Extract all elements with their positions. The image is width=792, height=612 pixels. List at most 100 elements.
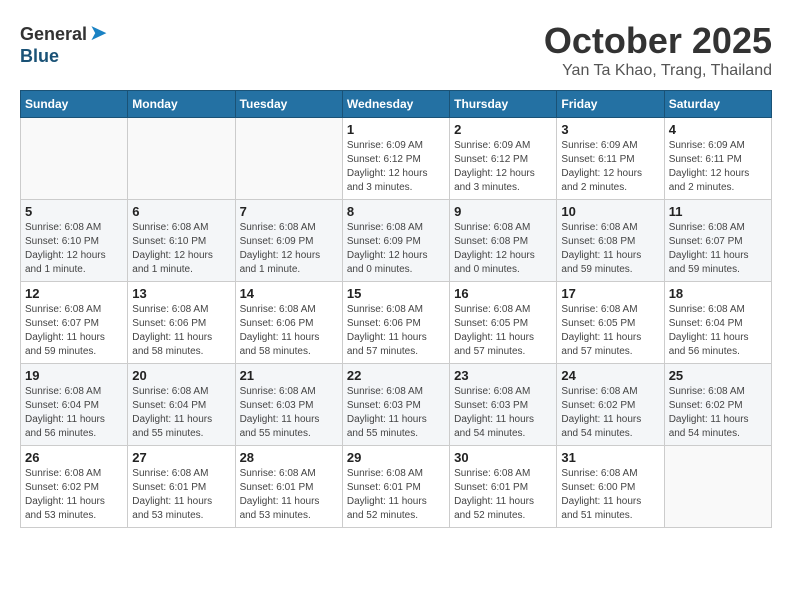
calendar-cell: 27 Sunrise: 6:08 AM Sunset: 6:01 PM Dayli… (128, 446, 235, 528)
day-number: 25 (669, 368, 767, 383)
calendar-week-row: 26 Sunrise: 6:08 AM Sunset: 6:02 PM Dayli… (21, 446, 772, 528)
day-info: Sunrise: 6:08 AM Sunset: 6:01 PM Dayligh… (132, 467, 230, 523)
weekday-header-monday: Monday (128, 91, 235, 118)
day-number: 24 (561, 368, 659, 383)
weekday-header-tuesday: Tuesday (235, 91, 342, 118)
day-info: Sunrise: 6:08 AM Sunset: 6:10 PM Dayligh… (25, 221, 123, 277)
day-info: Sunrise: 6:08 AM Sunset: 6:06 PM Dayligh… (132, 303, 230, 359)
day-number: 15 (347, 286, 445, 301)
calendar-table: SundayMondayTuesdayWednesdayThursdayFrid… (20, 90, 772, 528)
day-info: Sunrise: 6:08 AM Sunset: 6:04 PM Dayligh… (132, 385, 230, 441)
day-number: 30 (454, 450, 552, 465)
day-number: 11 (669, 204, 767, 219)
day-info: Sunrise: 6:08 AM Sunset: 6:06 PM Dayligh… (240, 303, 338, 359)
day-info: Sunrise: 6:08 AM Sunset: 6:03 PM Dayligh… (347, 385, 445, 441)
day-number: 20 (132, 368, 230, 383)
day-number: 29 (347, 450, 445, 465)
calendar-week-row: 12 Sunrise: 6:08 AM Sunset: 6:07 PM Dayli… (21, 282, 772, 364)
calendar-cell: 7 Sunrise: 6:08 AM Sunset: 6:09 PM Daylig… (235, 200, 342, 282)
day-info: Sunrise: 6:08 AM Sunset: 6:06 PM Dayligh… (347, 303, 445, 359)
calendar-cell: 11 Sunrise: 6:08 AM Sunset: 6:07 PM Dayli… (664, 200, 771, 282)
calendar-cell: 15 Sunrise: 6:08 AM Sunset: 6:06 PM Dayli… (342, 282, 449, 364)
calendar-cell: 30 Sunrise: 6:08 AM Sunset: 6:01 PM Dayli… (450, 446, 557, 528)
day-info: Sunrise: 6:08 AM Sunset: 6:08 PM Dayligh… (561, 221, 659, 277)
day-info: Sunrise: 6:08 AM Sunset: 6:01 PM Dayligh… (347, 467, 445, 523)
logo: General➤ Blue (20, 20, 107, 67)
day-number: 28 (240, 450, 338, 465)
day-info: Sunrise: 6:08 AM Sunset: 6:01 PM Dayligh… (240, 467, 338, 523)
day-info: Sunrise: 6:09 AM Sunset: 6:11 PM Dayligh… (561, 139, 659, 195)
day-number: 2 (454, 122, 552, 137)
day-info: Sunrise: 6:08 AM Sunset: 6:01 PM Dayligh… (454, 467, 552, 523)
day-number: 13 (132, 286, 230, 301)
calendar-cell: 17Sunrise: 6:08 AM Sunset: 6:05 PM Dayli… (557, 282, 664, 364)
day-number: 7 (240, 204, 338, 219)
weekday-header-friday: Friday (557, 91, 664, 118)
weekday-header-saturday: Saturday (664, 91, 771, 118)
day-number: 8 (347, 204, 445, 219)
day-number: 17 (561, 286, 659, 301)
calendar-cell: 1 Sunrise: 6:09 AM Sunset: 6:12 PM Daylig… (342, 118, 449, 200)
day-number: 26 (25, 450, 123, 465)
day-number: 14 (240, 286, 338, 301)
calendar-header-row: SundayMondayTuesdayWednesdayThursdayFrid… (21, 91, 772, 118)
day-number: 10 (561, 204, 659, 219)
title-section: October 2025 Yan Ta Khao, Trang, Thailan… (544, 20, 772, 80)
day-number: 19 (25, 368, 123, 383)
day-number: 12 (25, 286, 123, 301)
calendar-cell (664, 446, 771, 528)
calendar-cell: 21 Sunrise: 6:08 AM Sunset: 6:03 PM Dayli… (235, 364, 342, 446)
page-header: General➤ Blue October 2025 Yan Ta Khao, … (20, 20, 772, 80)
day-number: 16 (454, 286, 552, 301)
day-number: 27 (132, 450, 230, 465)
day-number: 31 (561, 450, 659, 465)
day-info: Sunrise: 6:08 AM Sunset: 6:02 PM Dayligh… (561, 385, 659, 441)
weekday-header-wednesday: Wednesday (342, 91, 449, 118)
logo-bird-icon: ➤ (89, 20, 107, 45)
day-number: 1 (347, 122, 445, 137)
calendar-cell: 25 Sunrise: 6:08 AM Sunset: 6:02 PM Dayli… (664, 364, 771, 446)
day-info: Sunrise: 6:08 AM Sunset: 6:04 PM Dayligh… (25, 385, 123, 441)
calendar-cell: 16 Sunrise: 6:08 AM Sunset: 6:05 PM Dayli… (450, 282, 557, 364)
day-info: Sunrise: 6:09 AM Sunset: 6:12 PM Dayligh… (347, 139, 445, 195)
calendar-cell: 19 Sunrise: 6:08 AM Sunset: 6:04 PM Dayli… (21, 364, 128, 446)
calendar-cell: 31Sunrise: 6:08 AM Sunset: 6:00 PM Dayli… (557, 446, 664, 528)
calendar-cell (128, 118, 235, 200)
day-number: 5 (25, 204, 123, 219)
day-info: Sunrise: 6:08 AM Sunset: 6:09 PM Dayligh… (347, 221, 445, 277)
day-info: Sunrise: 6:08 AM Sunset: 6:07 PM Dayligh… (669, 221, 767, 277)
calendar-cell: 28 Sunrise: 6:08 AM Sunset: 6:01 PM Dayli… (235, 446, 342, 528)
day-info: Sunrise: 6:08 AM Sunset: 6:03 PM Dayligh… (240, 385, 338, 441)
calendar-cell: 10 Sunrise: 6:08 AM Sunset: 6:08 PM Dayli… (557, 200, 664, 282)
calendar-cell: 29 Sunrise: 6:08 AM Sunset: 6:01 PM Dayli… (342, 446, 449, 528)
day-info: Sunrise: 6:09 AM Sunset: 6:12 PM Dayligh… (454, 139, 552, 195)
month-title: October 2025 (544, 20, 772, 62)
day-info: Sunrise: 6:08 AM Sunset: 6:05 PM Dayligh… (454, 303, 552, 359)
day-info: Sunrise: 6:08 AM Sunset: 6:02 PM Dayligh… (25, 467, 123, 523)
calendar-cell: 20 Sunrise: 6:08 AM Sunset: 6:04 PM Dayli… (128, 364, 235, 446)
day-number: 4 (669, 122, 767, 137)
location-title: Yan Ta Khao, Trang, Thailand (544, 62, 772, 80)
calendar-cell: 23Sunrise: 6:08 AM Sunset: 6:03 PM Dayli… (450, 364, 557, 446)
day-info: Sunrise: 6:08 AM Sunset: 6:09 PM Dayligh… (240, 221, 338, 277)
calendar-cell: 2 Sunrise: 6:09 AM Sunset: 6:12 PM Daylig… (450, 118, 557, 200)
calendar-cell: 14 Sunrise: 6:08 AM Sunset: 6:06 PM Dayli… (235, 282, 342, 364)
calendar-cell (21, 118, 128, 200)
day-number: 21 (240, 368, 338, 383)
day-number: 18 (669, 286, 767, 301)
calendar-cell: 3 Sunrise: 6:09 AM Sunset: 6:11 PM Daylig… (557, 118, 664, 200)
calendar-cell: 8 Sunrise: 6:08 AM Sunset: 6:09 PM Daylig… (342, 200, 449, 282)
day-info: Sunrise: 6:08 AM Sunset: 6:07 PM Dayligh… (25, 303, 123, 359)
calendar-cell: 26 Sunrise: 6:08 AM Sunset: 6:02 PM Dayli… (21, 446, 128, 528)
day-info: Sunrise: 6:09 AM Sunset: 6:11 PM Dayligh… (669, 139, 767, 195)
day-info: Sunrise: 6:08 AM Sunset: 6:10 PM Dayligh… (132, 221, 230, 277)
day-number: 3 (561, 122, 659, 137)
day-number: 9 (454, 204, 552, 219)
calendar-cell: 5 Sunrise: 6:08 AM Sunset: 6:10 PM Daylig… (21, 200, 128, 282)
calendar-cell: 9Sunrise: 6:08 AM Sunset: 6:08 PM Daylig… (450, 200, 557, 282)
calendar-cell: 4 Sunrise: 6:09 AM Sunset: 6:11 PM Daylig… (664, 118, 771, 200)
logo-blue: Blue (20, 46, 59, 66)
day-number: 22 (347, 368, 445, 383)
day-info: Sunrise: 6:08 AM Sunset: 6:02 PM Dayligh… (669, 385, 767, 441)
day-info: Sunrise: 6:08 AM Sunset: 6:03 PM Dayligh… (454, 385, 552, 441)
